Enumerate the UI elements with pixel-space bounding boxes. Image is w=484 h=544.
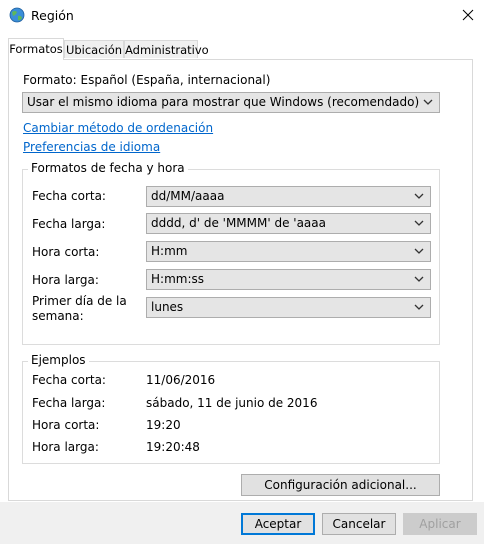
long-date-combo[interactable]: dddd, d' de 'MMMM' de 'aaaa: [146, 213, 431, 234]
short-date-value: dd/MM/aaaa: [151, 189, 225, 203]
tab-formatos[interactable]: Formatos: [8, 38, 64, 60]
example-short-time-label: Hora corta:: [32, 418, 100, 432]
example-long-time-label: Hora larga:: [32, 440, 99, 454]
short-date-combo[interactable]: dd/MM/aaaa: [146, 186, 431, 207]
format-label: Formato: Español (España, internacional): [23, 73, 271, 87]
change-sort-link[interactable]: Cambiar método de ordenación: [23, 121, 213, 135]
long-date-label: Fecha larga:: [32, 217, 106, 231]
long-date-value: dddd, d' de 'MMMM' de 'aaaa: [151, 216, 326, 230]
long-time-combo[interactable]: H:mm:ss: [146, 269, 431, 290]
title-bar: Región: [0, 0, 484, 32]
close-icon: [462, 9, 474, 21]
chevron-down-icon: [414, 193, 424, 199]
chevron-down-icon: [414, 220, 424, 226]
short-time-label: Hora corta:: [32, 245, 100, 259]
example-long-time-value: 19:20:48: [146, 440, 200, 454]
apply-button[interactable]: Aplicar: [403, 513, 477, 535]
language-preferences-link[interactable]: Preferencias de idioma: [23, 140, 160, 154]
tab-administrativo[interactable]: Administrativo: [124, 40, 209, 58]
date-time-formats-legend: Formatos de fecha y hora: [28, 161, 188, 175]
first-day-label-line2: semana:: [32, 309, 84, 323]
example-long-date-value: sábado, 11 de junio de 2016: [146, 396, 318, 410]
window-title: Región: [31, 8, 74, 23]
short-date-label: Fecha corta:: [32, 189, 106, 203]
chevron-down-icon: [414, 276, 424, 282]
first-day-combo[interactable]: lunes: [146, 297, 431, 318]
accept-button[interactable]: Aceptar: [241, 513, 315, 535]
example-long-date-label: Fecha larga:: [32, 396, 106, 410]
first-day-label-line1: Primer día de la: [32, 294, 127, 308]
chevron-down-icon: [423, 99, 433, 105]
display-language-value: Usar el mismo idioma para mostrar que Wi…: [27, 95, 420, 109]
globe-icon: [9, 7, 25, 23]
short-time-combo[interactable]: H:mm: [146, 241, 431, 262]
additional-settings-button[interactable]: Configuración adicional...: [241, 474, 440, 496]
first-day-value: lunes: [151, 300, 184, 314]
example-short-time-value: 19:20: [146, 418, 181, 432]
examples-legend: Ejemplos: [28, 353, 89, 367]
close-button[interactable]: [452, 0, 484, 30]
short-time-value: H:mm: [151, 244, 188, 258]
tab-strip: Formatos Ubicación Administrativo: [0, 38, 484, 60]
tab-ubicacion[interactable]: Ubicación: [64, 40, 124, 58]
chevron-down-icon: [414, 248, 424, 254]
cancel-button[interactable]: Cancelar: [322, 513, 396, 535]
example-short-date-label: Fecha corta:: [32, 373, 106, 387]
long-time-label: Hora larga:: [32, 273, 99, 287]
display-language-combo[interactable]: Usar el mismo idioma para mostrar que Wi…: [22, 92, 440, 113]
long-time-value: H:mm:ss: [151, 272, 204, 286]
example-short-date-value: 11/06/2016: [146, 373, 216, 387]
chevron-down-icon: [414, 304, 424, 310]
